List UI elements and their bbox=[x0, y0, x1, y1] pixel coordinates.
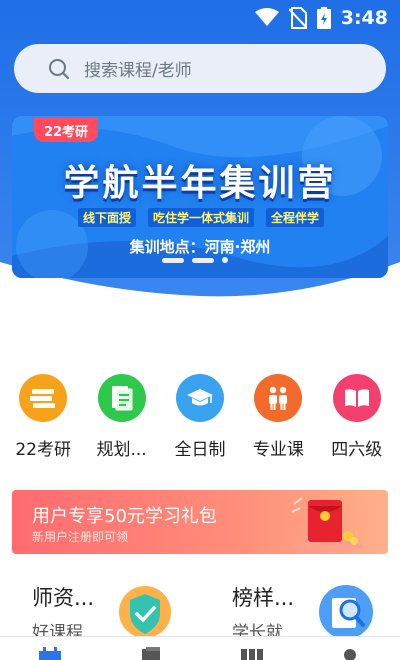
category-icon-bg bbox=[254, 374, 303, 422]
banner-subtitles: 线下面授 吃住学一体式集训 全程伴学 bbox=[78, 208, 325, 227]
carousel-dot[interactable] bbox=[192, 257, 214, 263]
tab-profile-icon[interactable] bbox=[342, 647, 358, 660]
category-icon-bg bbox=[175, 374, 224, 422]
magnifier-icon bbox=[319, 585, 373, 639]
carousel-dot[interactable] bbox=[162, 257, 184, 263]
category-fulltime[interactable]: 全日制 bbox=[164, 374, 236, 460]
bottom-tab-bar bbox=[0, 636, 400, 660]
document-icon bbox=[111, 386, 133, 411]
banner-title: 学航半年集训营 bbox=[63, 163, 337, 204]
tab-library-icon[interactable] bbox=[240, 647, 264, 660]
feature-card-teachers[interactable]: 师资... 好课程 bbox=[32, 582, 212, 643]
category-label: 专业课 bbox=[252, 440, 304, 460]
category-label: 22考研 bbox=[15, 440, 71, 460]
category-icon-bg bbox=[97, 374, 146, 422]
open-book-icon bbox=[344, 389, 369, 407]
wifi-icon bbox=[254, 8, 279, 26]
carousel-dot-active[interactable] bbox=[222, 257, 228, 263]
tab-course-icon[interactable] bbox=[140, 647, 162, 660]
banner-carousel[interactable]: 22考研 学航半年集训营 线下面授 吃住学一体式集训 全程伴学 集训地点：河南·… bbox=[12, 116, 388, 278]
category-grid: 22考研 规划... 全日制 专业课 四六级 bbox=[0, 374, 400, 460]
category-major[interactable]: 专业课 bbox=[242, 374, 314, 460]
no-sim-icon bbox=[288, 7, 307, 29]
category-label: 全日制 bbox=[174, 440, 226, 460]
feature-card-models[interactable]: 榜样... 学长就 bbox=[232, 582, 392, 643]
promo-subtitle: 新用户注册即可领 bbox=[32, 530, 129, 544]
people-icon bbox=[269, 386, 288, 410]
category-icon-bg bbox=[332, 374, 381, 422]
carousel-indicators[interactable] bbox=[162, 257, 228, 263]
status-time: 3:48 bbox=[340, 7, 388, 29]
banner-subtitle: 吃住学一体式集训 bbox=[148, 208, 255, 227]
category-icon-bg bbox=[19, 374, 68, 422]
category-cet[interactable]: 四六级 bbox=[321, 374, 393, 460]
status-bar: 3:48 bbox=[0, 0, 400, 36]
promo-title: 用户专享50元学习礼包 bbox=[32, 506, 217, 527]
search-icon bbox=[49, 58, 70, 79]
banner-subtitle: 线下面授 bbox=[78, 208, 137, 227]
banner-badge: 22考研 bbox=[34, 118, 98, 142]
search-placeholder: 搜索课程/老师 bbox=[84, 61, 192, 81]
books-stack-icon bbox=[30, 389, 56, 408]
shield-check-icon bbox=[119, 586, 171, 638]
red-envelope-icon bbox=[291, 497, 364, 551]
promo-banner[interactable]: 用户专享50元学习礼包 新用户注册即可领 bbox=[12, 490, 388, 554]
banner-subtitle: 全程伴学 bbox=[266, 208, 325, 227]
category-label: 规划... bbox=[96, 440, 147, 460]
category-label: 四六级 bbox=[331, 440, 383, 460]
category-kaoyan[interactable]: 22考研 bbox=[7, 374, 79, 460]
battery-icon bbox=[316, 7, 331, 29]
tab-home-icon[interactable] bbox=[38, 647, 62, 660]
category-planning[interactable]: 规划... bbox=[86, 374, 158, 460]
graduation-cap-icon bbox=[186, 389, 213, 406]
search-bar[interactable]: 搜索课程/老师 bbox=[14, 44, 386, 93]
banner-location: 集训地点：河南·郑州 bbox=[129, 238, 271, 256]
